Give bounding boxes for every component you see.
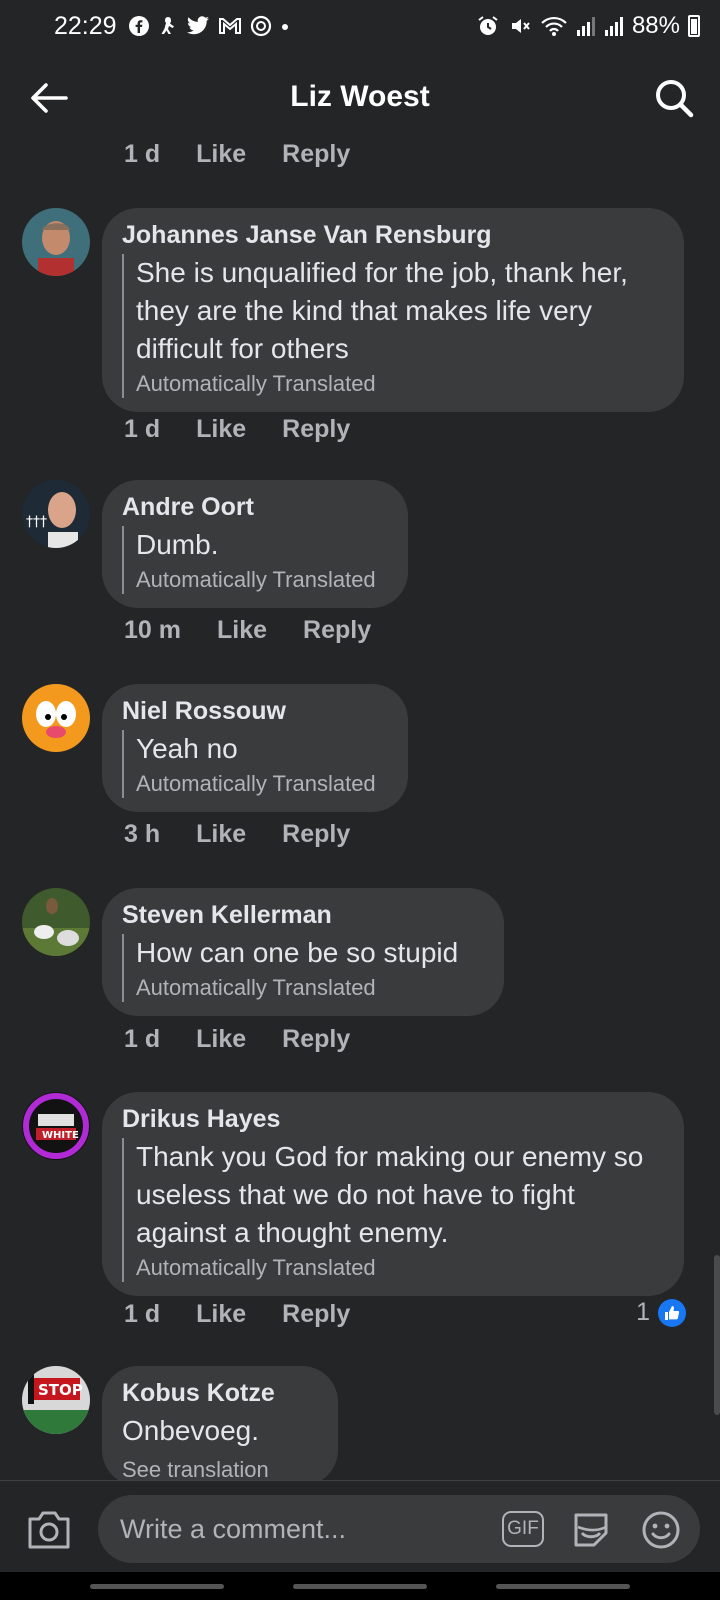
comment-time: 1 d bbox=[124, 1300, 161, 1328]
translation-label[interactable]: Automatically Translated bbox=[136, 566, 388, 594]
system-navigation-bar bbox=[0, 1572, 720, 1600]
comment-meta: 3 h Like Reply bbox=[124, 820, 350, 849]
like-button[interactable]: Like bbox=[196, 820, 246, 849]
reply-button[interactable]: Reply bbox=[282, 820, 350, 849]
comment-composer: GIF bbox=[0, 1480, 720, 1572]
translation-label[interactable]: Automatically Translated bbox=[136, 370, 664, 398]
search-icon[interactable] bbox=[652, 76, 696, 120]
reply-button[interactable]: Reply bbox=[282, 415, 350, 444]
svg-text:WHITE: WHITE bbox=[42, 1130, 79, 1141]
comment-time: 3 h bbox=[124, 820, 161, 848]
dot-icon bbox=[282, 24, 288, 30]
reply-button[interactable]: Reply bbox=[282, 1300, 350, 1329]
comment-bubble[interactable]: Kobus Kotze Onbevoeg. See translation bbox=[102, 1366, 338, 1480]
twitter-icon bbox=[187, 16, 209, 35]
gmail-icon bbox=[219, 18, 241, 34]
messenger-icon bbox=[250, 15, 272, 37]
comment-author[interactable]: Andre Oort bbox=[122, 492, 388, 522]
comment-author[interactable]: Steven Kellerman bbox=[122, 900, 484, 930]
see-translation-link[interactable]: See translation bbox=[122, 1456, 318, 1480]
comment-feed[interactable]: 1 d Like Reply Johannes Janse Van Rensbu… bbox=[0, 140, 720, 1480]
comment-time: 1 d bbox=[124, 415, 161, 443]
like-button[interactable]: Like bbox=[217, 616, 267, 645]
comment-meta: 10 m Like Reply bbox=[124, 616, 371, 645]
comment-body: She is unqualified for the job, thank he… bbox=[122, 254, 664, 398]
avatar[interactable] bbox=[22, 208, 90, 276]
wifi-icon bbox=[541, 16, 567, 36]
comment-author[interactable]: Kobus Kotze bbox=[122, 1378, 318, 1408]
comment-body: Yeah no Automatically Translated bbox=[122, 730, 388, 798]
comment-meta: 1 d Like Reply bbox=[124, 415, 350, 444]
nav-home-button[interactable] bbox=[293, 1584, 427, 1589]
camera-icon[interactable] bbox=[26, 1507, 72, 1551]
reaction-count-number: 1 bbox=[636, 1298, 650, 1326]
like-button[interactable]: Like bbox=[196, 1025, 246, 1054]
emoji-icon[interactable] bbox=[640, 1509, 682, 1551]
alarm-icon bbox=[478, 16, 498, 35]
translation-label[interactable]: Automatically Translated bbox=[136, 974, 484, 1002]
comment-text: Dumb. bbox=[136, 529, 219, 560]
comment-time: 10 m bbox=[124, 616, 181, 644]
comment-text: Onbevoeg. bbox=[122, 1415, 259, 1446]
svg-text:STOP: STOP bbox=[38, 1381, 83, 1399]
notification-icons bbox=[128, 12, 290, 40]
translation-label[interactable]: Automatically Translated bbox=[136, 770, 388, 798]
avatar[interactable]: WHITE bbox=[22, 1092, 90, 1160]
comment-bubble[interactable]: Steven Kellerman How can one be so stupi… bbox=[102, 888, 504, 1016]
avatar[interactable] bbox=[22, 684, 90, 752]
app-header: Liz Woest bbox=[0, 52, 720, 144]
comment-text: Thank you God for making our enemy so us… bbox=[136, 1141, 644, 1248]
svg-text:†††: ††† bbox=[26, 514, 47, 530]
reply-button[interactable]: Reply bbox=[282, 140, 350, 169]
comment-meta: 1 d Like Reply bbox=[124, 1300, 350, 1329]
comment-time: 1 d bbox=[124, 1025, 161, 1053]
comment-body: Dumb. Automatically Translated bbox=[122, 526, 388, 594]
reply-button[interactable]: Reply bbox=[282, 1025, 350, 1054]
battery-icon bbox=[688, 15, 700, 37]
comment-author[interactable]: Drikus Hayes bbox=[122, 1104, 664, 1134]
comment-bubble[interactable]: Andre Oort Dumb. Automatically Translate… bbox=[102, 480, 408, 608]
sticker-icon[interactable] bbox=[570, 1509, 612, 1551]
page-title: Liz Woest bbox=[290, 80, 430, 113]
comment-meta: 1 d Like Reply bbox=[124, 140, 350, 169]
comment-text: She is unqualified for the job, thank he… bbox=[136, 257, 628, 364]
gif-button[interactable]: GIF bbox=[502, 1511, 544, 1547]
comment-input[interactable] bbox=[120, 1509, 480, 1549]
facebook-icon bbox=[129, 16, 149, 36]
reply-button[interactable]: Reply bbox=[303, 616, 371, 645]
signal-icon bbox=[576, 17, 595, 36]
like-button[interactable]: Like bbox=[196, 415, 246, 444]
nav-recents-button[interactable] bbox=[90, 1584, 224, 1589]
comment-meta: 1 d Like Reply bbox=[124, 1025, 350, 1054]
comment-input-container[interactable]: GIF bbox=[98, 1495, 700, 1563]
nav-back-button[interactable] bbox=[496, 1584, 630, 1589]
comment-bubble[interactable]: Niel Rossouw Yeah no Automatically Trans… bbox=[102, 684, 408, 812]
comment-bubble[interactable]: Drikus Hayes Thank you God for making ou… bbox=[102, 1092, 684, 1296]
translation-label[interactable]: Automatically Translated bbox=[136, 1254, 664, 1282]
mute-icon bbox=[511, 19, 530, 33]
status-bar: 22:29 88% bbox=[0, 0, 720, 52]
like-button[interactable]: Like bbox=[196, 1300, 246, 1329]
status-time: 22:29 bbox=[54, 12, 117, 40]
comment-text: Yeah no bbox=[136, 733, 238, 764]
battery-percent: 88% bbox=[631, 12, 680, 39]
avatar[interactable]: STOP bbox=[22, 1366, 90, 1434]
comment-author[interactable]: Niel Rossouw bbox=[122, 696, 388, 726]
avatar[interactable] bbox=[22, 888, 90, 956]
comment-body: How can one be so stupid Automatically T… bbox=[122, 934, 484, 1002]
gesture-icon bbox=[161, 17, 174, 34]
system-status: 88% bbox=[476, 12, 700, 40]
avatar[interactable]: ††† bbox=[22, 480, 90, 548]
comment-time: 1 d bbox=[124, 140, 161, 168]
like-button[interactable]: Like bbox=[196, 140, 246, 169]
comment-body: Thank you God for making our enemy so us… bbox=[122, 1138, 664, 1282]
signal-icon bbox=[604, 17, 623, 36]
comment-text: How can one be so stupid bbox=[136, 937, 459, 968]
thumbs-up-icon bbox=[658, 1298, 686, 1327]
scrollbar[interactable] bbox=[714, 1255, 720, 1415]
comment-bubble[interactable]: Johannes Janse Van Rensburg She is unqua… bbox=[102, 208, 684, 412]
reaction-count[interactable]: 1 bbox=[636, 1298, 686, 1327]
comment-author[interactable]: Johannes Janse Van Rensburg bbox=[122, 220, 664, 250]
